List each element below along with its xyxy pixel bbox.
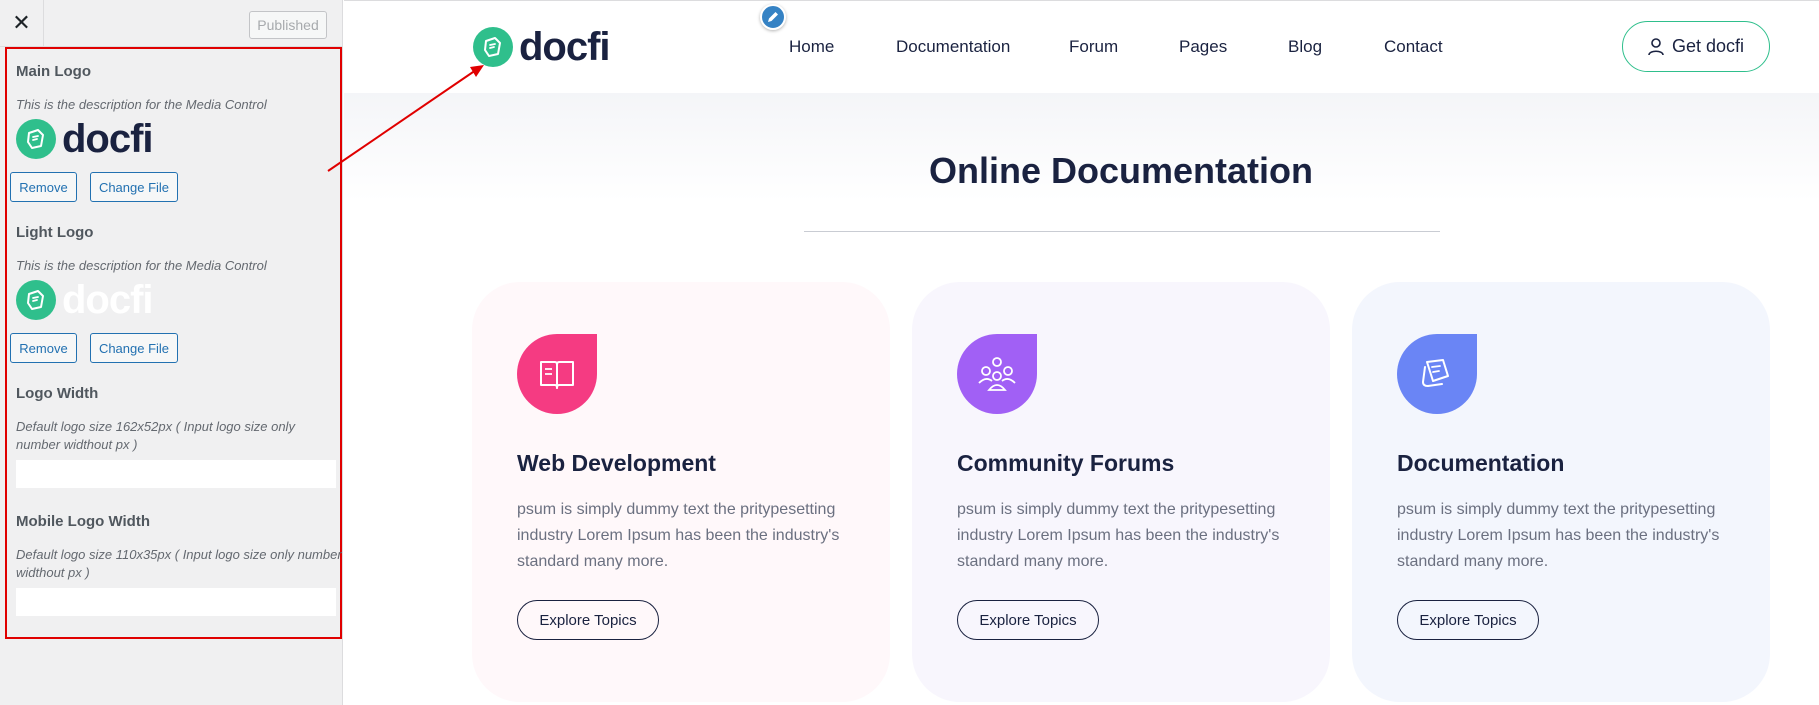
card-title: Community Forums [957,450,1175,476]
logo-wordmark: docfi [519,25,611,69]
card-web-development: Web Development psum is simply dummy tex… [472,282,890,702]
light-logo-preview: docfi [16,278,154,322]
logo-width-input[interactable] [16,460,336,488]
nav-contact[interactable]: Contact [1384,37,1443,57]
site-logo[interactable]: docfi [473,25,611,69]
get-docfi-label: Get docfi [1671,36,1745,56]
light-logo-title: Light Logo [16,224,94,241]
docfi-logo-icon [473,27,513,67]
logo-settings-panel: Main Logo This is the description for th… [5,47,342,639]
main-logo-change-file-button[interactable]: Change File [90,172,178,202]
logo-width-title: Logo Width [16,385,99,402]
user-icon [1648,37,1664,55]
mobile-logo-width-description: Default logo size 110x35px ( Input logo … [16,547,342,580]
docfi-logo-icon [16,119,56,159]
nav-forum[interactable]: Forum [1069,37,1118,57]
light-logo-change-file-button[interactable]: Change File [90,333,178,363]
explore-topics-button[interactable]: Explore Topics [517,600,659,640]
get-docfi-button[interactable]: Get docfi [1622,21,1770,72]
book-icon [517,334,597,414]
community-icon [957,334,1037,414]
card-documentation: Documentation psum is simply dummy text … [1352,282,1770,702]
nav-blog[interactable]: Blog [1288,37,1322,57]
documents-icon [1397,334,1477,414]
main-logo-remove-button[interactable]: Remove [10,172,77,202]
main-logo-title: Main Logo [16,63,91,80]
light-logo-description: This is the description for the Media Co… [16,258,267,273]
mobile-logo-width-input[interactable] [16,588,336,616]
logo-wordmark: docfi [62,117,154,161]
page-title: Online Documentation [928,150,1313,191]
card-text: psum is simply dummy text the pritypeset… [957,501,1280,570]
explore-topics-button[interactable]: Explore Topics [1397,600,1539,640]
mobile-logo-width-title: Mobile Logo Width [16,513,150,530]
card-title: Web Development [517,450,716,476]
title-divider [804,231,1440,232]
edit-pencil-icon[interactable] [760,4,786,30]
card-community-forums: Community Forums psum is simply dummy te… [912,282,1330,702]
card-title: Documentation [1397,450,1565,476]
nav-documentation[interactable]: Documentation [896,37,1010,57]
logo-width-description: Default logo size 162x52px ( Input logo … [16,419,295,452]
nav-home[interactable]: Home [789,37,834,57]
published-button[interactable]: Published [249,11,327,39]
customizer-sidebar: ✕ Published Main Logo This is the descri… [0,0,343,705]
main-logo-preview: docfi [16,117,154,161]
nav-pages[interactable]: Pages [1179,37,1227,57]
close-icon[interactable]: ✕ [0,0,44,47]
card-text: psum is simply dummy text the pritypeset… [1397,501,1720,570]
customizer-header: ✕ Published [0,0,343,47]
explore-topics-button[interactable]: Explore Topics [957,600,1099,640]
light-logo-remove-button[interactable]: Remove [10,333,77,363]
main-logo-description: This is the description for the Media Co… [16,97,267,112]
card-text: psum is simply dummy text the pritypeset… [517,501,840,570]
logo-wordmark-light: docfi [62,278,154,322]
docfi-logo-icon [16,280,56,320]
